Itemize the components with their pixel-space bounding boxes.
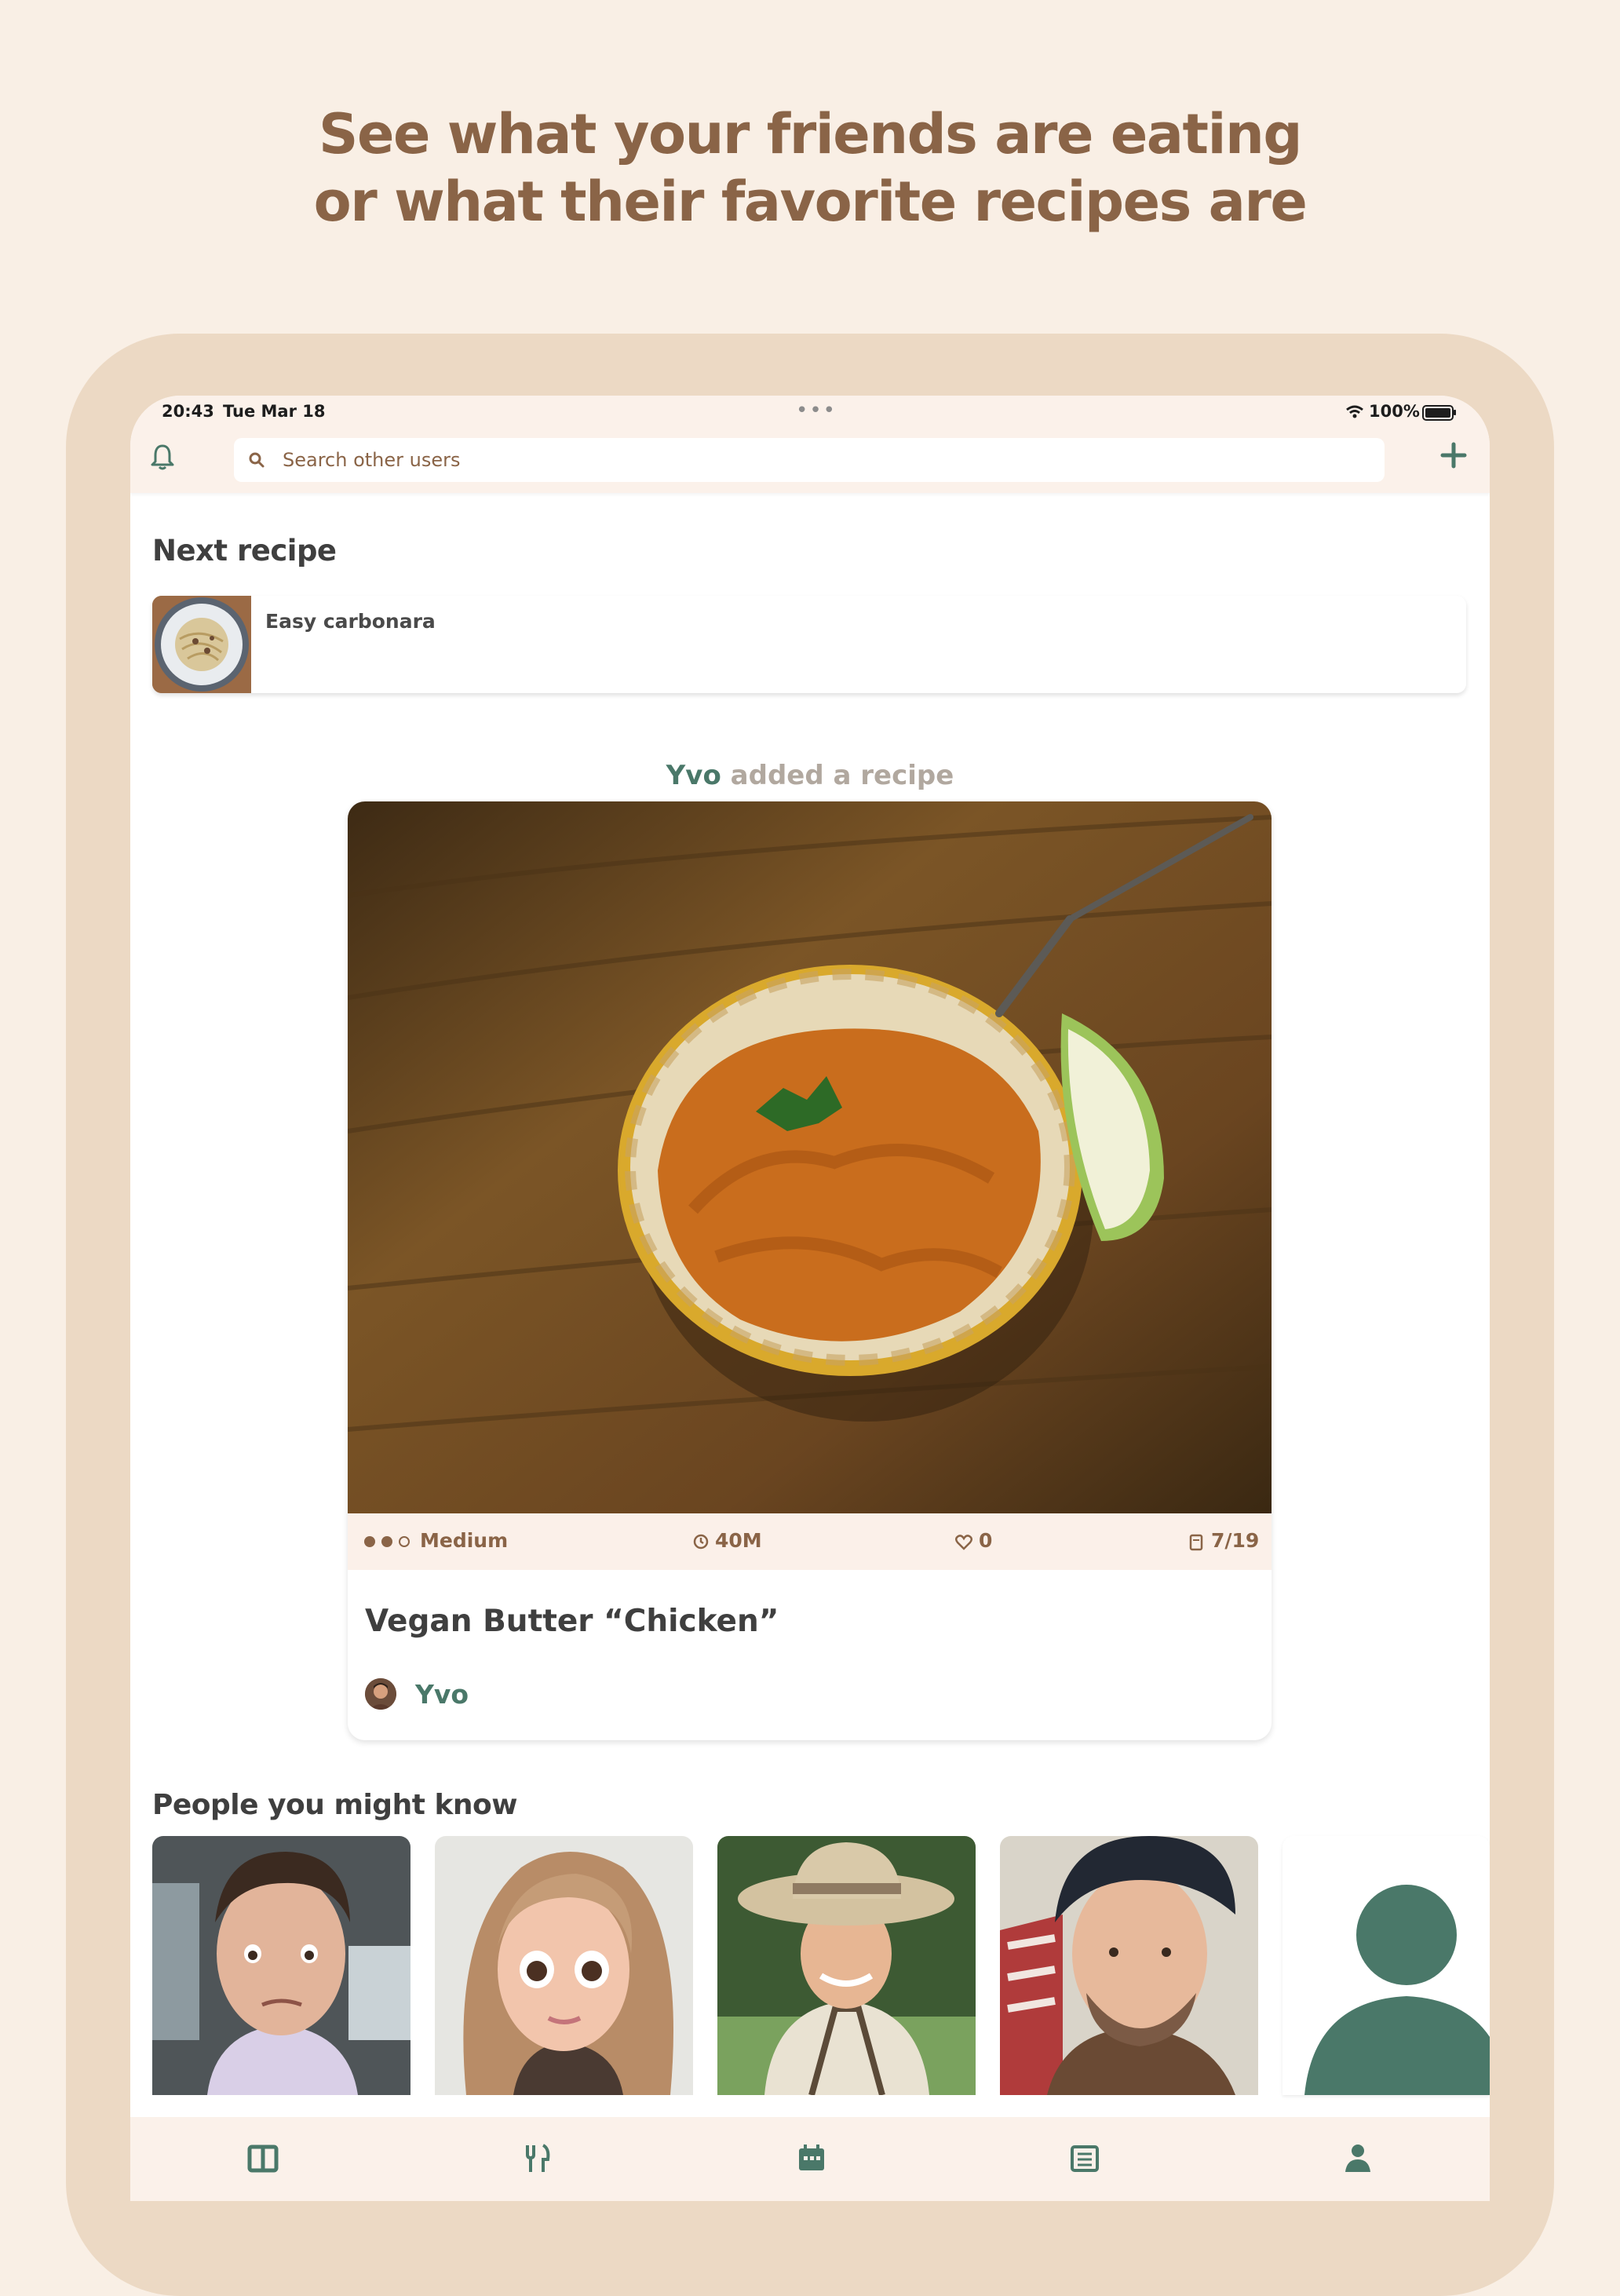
search-placeholder: Search other users: [283, 449, 461, 471]
recipe-photo: [348, 801, 1272, 1513]
person-card[interactable]: [152, 1836, 410, 2095]
next-recipe-title: Easy carbonara: [265, 610, 436, 633]
tab-bar: [130, 2117, 1490, 2201]
difficulty-dots-icon: [364, 1536, 410, 1547]
next-recipe-thumbnail: [152, 596, 251, 693]
status-date: Tue Mar 18: [223, 402, 326, 421]
status-time: 20:43: [162, 402, 214, 421]
battery-icon: [1422, 405, 1454, 421]
user-search-field[interactable]: Search other users: [234, 438, 1385, 482]
person-photo: [435, 1836, 693, 2095]
next-recipe-heading: Next recipe: [152, 534, 337, 568]
calendar-icon[interactable]: [796, 2142, 827, 2174]
add-recipe-button[interactable]: [1439, 441, 1468, 469]
next-recipe-card[interactable]: Easy carbonara: [152, 596, 1466, 693]
default-avatar-icon: [1304, 1885, 1490, 2095]
person-card[interactable]: [435, 1836, 693, 2095]
person-card[interactable]: [1000, 1836, 1258, 2095]
headline-line-2: or what their favorite recipes are: [313, 170, 1308, 234]
author-name[interactable]: Yvo: [415, 1679, 469, 1710]
calendar-date-icon: [1189, 1534, 1203, 1551]
activity-user[interactable]: Yvo: [666, 760, 721, 791]
cook-time: 40M: [715, 1529, 762, 1552]
headline-line-1: See what your friends are eating: [319, 102, 1302, 166]
difficulty-label: Medium: [420, 1529, 509, 1552]
like-count: 0: [979, 1529, 993, 1552]
recipe-post-card[interactable]: Medium 40M 0 7/19 Vegan Butter “Chicken”: [348, 801, 1272, 1740]
post-date: 7/19: [1211, 1529, 1260, 1552]
profile-icon[interactable]: [1342, 2142, 1374, 2174]
marketing-headline: See what your friends are eating or what…: [0, 100, 1620, 235]
heart-icon[interactable]: [955, 1535, 972, 1550]
top-bar: 20:43 Tue Mar 18 ••• 100% Search other u…: [130, 396, 1490, 493]
search-icon: [249, 452, 265, 468]
battery-percentage: 100%: [1369, 402, 1420, 421]
person-photo: [152, 1836, 410, 2095]
list-icon[interactable]: [1069, 2142, 1100, 2174]
multitasking-dots-icon[interactable]: •••: [796, 399, 837, 422]
wifi-icon: [1346, 405, 1363, 418]
person-card[interactable]: [1282, 1836, 1490, 2095]
person-photo: [1000, 1836, 1258, 2095]
notification-bell-icon[interactable]: [149, 443, 176, 471]
clock-icon: [693, 1534, 709, 1550]
app-screen: 20:43 Tue Mar 18 ••• 100% Search other u…: [130, 396, 1490, 2201]
people-heading: People you might know: [152, 1789, 518, 1821]
activity-action: added a recipe: [730, 760, 954, 791]
recipe-meta-bar: Medium 40M 0 7/19: [348, 1513, 1272, 1570]
person-photo: [717, 1836, 976, 2095]
battery-cap: [1454, 410, 1456, 415]
person-card[interactable]: [717, 1836, 976, 2095]
author-avatar[interactable]: [365, 1678, 396, 1710]
activity-header: Yvo added a recipe: [130, 760, 1490, 791]
recipe-title: Vegan Butter “Chicken”: [365, 1604, 779, 1639]
book-icon[interactable]: [247, 2142, 279, 2174]
fork-knife-icon[interactable]: [521, 2142, 553, 2174]
